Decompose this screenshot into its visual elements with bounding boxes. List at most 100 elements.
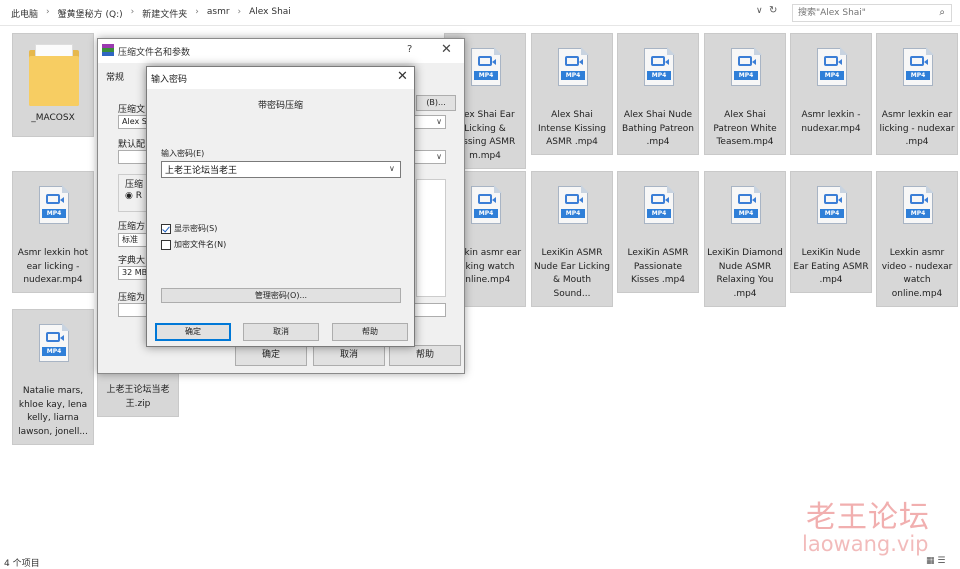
mp4-file-icon: MP4 bbox=[39, 185, 70, 224]
search-box[interactable]: ⌕ bbox=[792, 4, 952, 22]
file-name: LexiKin ASMR Nude Ear Licking & Mouth So… bbox=[534, 248, 610, 299]
breadcrumb-item[interactable]: asmr bbox=[204, 7, 233, 20]
file-name: Asmr lexkin ear licking - nudexar .mp4 bbox=[879, 110, 955, 147]
video-file-item[interactable]: MP4 LexiKin ASMR Nude Ear Licking & Mouth… bbox=[531, 171, 613, 307]
mp4-file-icon: MP4 bbox=[39, 323, 70, 362]
breadcrumb-separator: › bbox=[130, 7, 135, 17]
mp4-file-icon: MP4 bbox=[558, 47, 589, 86]
tab-general[interactable]: 常规 bbox=[106, 70, 124, 83]
video-file-item[interactable]: MP4 Alex Shai Intense Kissing ASMR .mp4 bbox=[531, 33, 613, 155]
mp4-file-icon: MP4 bbox=[731, 47, 762, 86]
archive-name-label: 压缩文 bbox=[118, 105, 146, 115]
status-bar: 4 个项目 ▦ ☰ bbox=[0, 554, 960, 569]
format-radio[interactable]: ◉ R bbox=[125, 191, 142, 201]
folder-item[interactable]: _MACOSX bbox=[12, 33, 94, 137]
file-type-badge: MP4 bbox=[820, 209, 844, 218]
archive-help-button[interactable]: 帮助 bbox=[389, 345, 461, 366]
winrar-app-icon bbox=[102, 44, 114, 57]
password-cancel-button[interactable]: 取消 bbox=[243, 323, 319, 341]
file-name: Asmr lexkin hot ear licking - nudexar.mp… bbox=[17, 248, 89, 285]
breadcrumb-item[interactable]: 蟹黄堡秘方 (Q:) bbox=[55, 7, 126, 20]
help-icon[interactable]: ? bbox=[407, 44, 412, 55]
password-caption: 带密码压缩 bbox=[257, 101, 303, 111]
mp4-file-icon: MP4 bbox=[558, 185, 589, 224]
mp4-file-icon: MP4 bbox=[644, 185, 675, 224]
method-label: 压缩方 bbox=[118, 222, 146, 232]
file-name: _MACOSX bbox=[31, 113, 75, 123]
file-type-badge: MP4 bbox=[647, 71, 671, 80]
search-icon[interactable]: ⌕ bbox=[939, 7, 945, 18]
archive-dialog-titlebar[interactable]: 压缩文件名和参数 ? ✕ bbox=[98, 39, 464, 63]
video-file-item[interactable]: MP4 Natalie mars, khloe kay, lena kelly, … bbox=[12, 309, 94, 445]
options-panel bbox=[416, 179, 446, 297]
video-file-item[interactable]: MP4 Asmr lexkin hot ear licking - nudexar… bbox=[12, 171, 94, 293]
default-profile-label: 默认配 bbox=[118, 140, 146, 150]
video-file-item[interactable]: MP4 Alex Shai Patreon White Teasem.mp4 bbox=[704, 33, 786, 155]
encrypt-names-label: 加密文件名(N) bbox=[174, 240, 227, 249]
file-name: Alex Shai Nude Bathing Patreon .mp4 bbox=[621, 110, 695, 147]
encrypt-names-checkbox[interactable]: 加密文件名(N) bbox=[161, 239, 226, 250]
password-dialog-title: 输入密码 bbox=[151, 75, 188, 85]
address-bar: 此电脑 › 蟹黄堡秘方 (Q:) › 新建文件夹 › asmr › Alex Shai ∨ ↻ … bbox=[0, 0, 960, 26]
show-password-checkbox-box[interactable] bbox=[161, 223, 171, 234]
mp4-file-icon: MP4 bbox=[471, 47, 502, 86]
file-type-badge: MP4 bbox=[42, 209, 66, 218]
password-ok-button[interactable]: 确定 bbox=[155, 323, 231, 341]
file-type-badge: MP4 bbox=[734, 209, 758, 218]
enter-password-label: 输入密码(E) bbox=[161, 149, 205, 158]
file-name: 上老王论坛当老王.zip bbox=[106, 385, 170, 409]
mp4-file-icon: MP4 bbox=[471, 185, 502, 224]
file-type-badge: MP4 bbox=[906, 71, 930, 80]
refresh-icon[interactable]: ↻ bbox=[769, 5, 777, 16]
mp4-file-icon: MP4 bbox=[817, 185, 848, 224]
file-name: Alex Shai Intense Kissing ASMR .mp4 bbox=[538, 110, 606, 147]
breadcrumb-item[interactable]: Alex Shai bbox=[246, 7, 294, 20]
file-type-badge: MP4 bbox=[820, 71, 844, 80]
password-dialog: 输入密码 ✕ 带密码压缩 输入密码(E) ∨ 显示密码(S) 加密文件名(N) … bbox=[146, 66, 415, 347]
mp4-file-icon: MP4 bbox=[644, 47, 675, 86]
password-help-button[interactable]: 帮助 bbox=[332, 323, 408, 341]
video-file-item[interactable]: MP4 Asmr lexkin ear licking - nudexar .mp… bbox=[876, 33, 958, 155]
archive-cancel-button[interactable]: 取消 bbox=[313, 345, 385, 366]
video-file-item[interactable]: MP4 LexiKin Diamond Nude ASMR Relaxing Yo… bbox=[704, 171, 786, 307]
mp4-file-icon: MP4 bbox=[903, 47, 934, 86]
file-name: Natalie mars, khloe kay, lena kelly, lia… bbox=[18, 386, 88, 437]
password-input[interactable] bbox=[162, 162, 386, 177]
mp4-file-icon: MP4 bbox=[731, 185, 762, 224]
password-combobox[interactable]: ∨ bbox=[161, 161, 401, 178]
file-name: LexiKin Nude Ear Eating ASMR .mp4 bbox=[793, 248, 869, 285]
video-file-item[interactable]: MP4 Alex Shai Nude Bathing Patreon .mp4 bbox=[617, 33, 699, 155]
close-icon[interactable]: ✕ bbox=[441, 42, 452, 57]
file-type-badge: MP4 bbox=[906, 209, 930, 218]
address-dropdown-icon[interactable]: ∨ bbox=[756, 6, 763, 16]
show-password-label: 显示密码(S) bbox=[174, 224, 218, 233]
archive-name-value: Alex S bbox=[122, 117, 147, 126]
show-password-checkbox[interactable]: 显示密码(S) bbox=[161, 223, 217, 234]
video-file-item[interactable]: MP4 Asmr lexkin - nudexar.mp4 bbox=[790, 33, 872, 155]
breadcrumb-item[interactable]: 此电脑 bbox=[8, 7, 41, 20]
file-name: Lexkin asmr video - nudexar watch online… bbox=[881, 248, 953, 299]
item-count: 4 个项目 bbox=[4, 559, 40, 569]
video-file-item[interactable]: MP4 Lexkin asmr video - nudexar watch onl… bbox=[876, 171, 958, 307]
password-dropdown-icon[interactable]: ∨ bbox=[389, 164, 395, 173]
watermark-url: laowang.vip bbox=[802, 532, 929, 556]
video-file-item[interactable]: MP4 LexiKin Nude Ear Eating ASMR .mp4 bbox=[790, 171, 872, 293]
file-type-badge: MP4 bbox=[474, 71, 498, 80]
archive-ok-button[interactable]: 确定 bbox=[235, 345, 307, 366]
encrypt-names-checkbox-box[interactable] bbox=[161, 239, 171, 250]
breadcrumb-separator: › bbox=[46, 7, 50, 17]
profile-dropdown-icon[interactable]: ∨ bbox=[436, 151, 442, 163]
format-label: 压缩 bbox=[125, 180, 144, 190]
breadcrumb-item[interactable]: 新建文件夹 bbox=[139, 7, 190, 20]
search-input[interactable] bbox=[793, 5, 929, 21]
browse-button[interactable]: (B)... bbox=[416, 95, 456, 111]
file-type-badge: MP4 bbox=[734, 71, 758, 80]
view-mode-icons[interactable]: ▦ ☰ bbox=[926, 556, 945, 566]
close-icon[interactable]: ✕ bbox=[397, 69, 408, 84]
password-dialog-titlebar[interactable]: 输入密码 ✕ bbox=[147, 67, 414, 89]
file-type-badge: MP4 bbox=[474, 209, 498, 218]
video-file-item[interactable]: MP4 LexiKin ASMR Passionate Kisses .mp4 bbox=[617, 171, 699, 293]
manage-passwords-button[interactable]: 管理密码(O)... bbox=[161, 288, 401, 303]
archive-name-dropdown-icon[interactable]: ∨ bbox=[436, 116, 442, 128]
file-name: Alex Shai Patreon White Teasem.mp4 bbox=[713, 110, 777, 147]
